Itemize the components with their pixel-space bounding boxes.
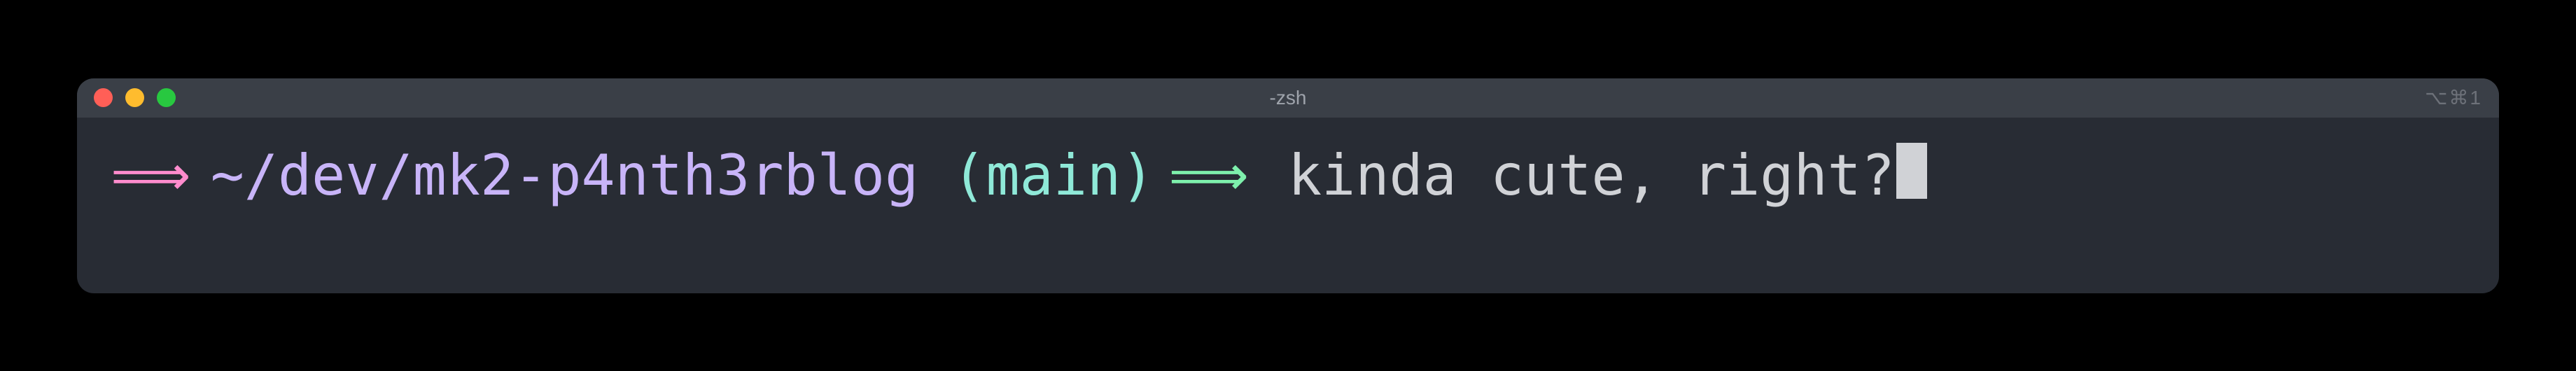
- close-icon[interactable]: [94, 88, 113, 107]
- cursor-icon: [1896, 143, 1927, 199]
- titlebar-right-hint: ⌥⌘1: [2425, 86, 2482, 109]
- git-branch: (main): [918, 142, 1154, 209]
- prompt-line: ⟹ ~/dev/mk2-p4nth3rblog (main) ⟹ kinda c…: [111, 139, 2465, 209]
- cwd-path: ~/dev/mk2-p4nth3rblog: [211, 142, 918, 209]
- window-title: -zsh: [1270, 87, 1307, 109]
- command-input[interactable]: kinda cute, right?: [1288, 142, 1895, 209]
- traffic-lights: [94, 88, 176, 107]
- prompt-arrow-icon: ⟹: [111, 142, 191, 209]
- branch-open: (: [952, 143, 986, 208]
- terminal-body[interactable]: ⟹ ~/dev/mk2-p4nth3rblog (main) ⟹ kinda c…: [77, 118, 2499, 293]
- branch-name: main: [986, 143, 1121, 208]
- branch-close: ): [1121, 143, 1154, 208]
- titlebar: -zsh ⌥⌘1: [77, 78, 2499, 118]
- prompt-arrow-icon: ⟹: [1168, 142, 1249, 209]
- fullscreen-icon[interactable]: [157, 88, 176, 107]
- minimize-icon[interactable]: [125, 88, 144, 107]
- terminal-window: -zsh ⌥⌘1 ⟹ ~/dev/mk2-p4nth3rblog (main) …: [77, 78, 2499, 293]
